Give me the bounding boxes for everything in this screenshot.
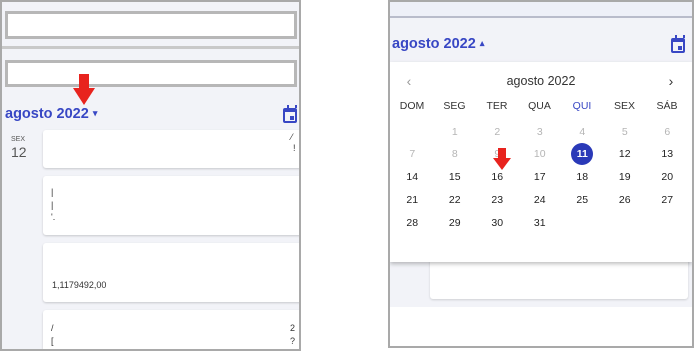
day-cell[interactable]: 22 bbox=[443, 190, 467, 210]
day-cell[interactable]: 25 bbox=[570, 190, 594, 210]
day-cell: 10 bbox=[533, 148, 546, 160]
event-card[interactable]: 1,1179492,00 bbox=[43, 243, 299, 302]
day-cell: 3 bbox=[536, 126, 543, 138]
left-screenshot-panel: agosto 2022 ▾ SEX 12 ⁄ ! | | '. 1,1179492… bbox=[0, 0, 301, 351]
month-selector[interactable]: agosto 2022 ▴ bbox=[392, 36, 484, 52]
calendar-icon[interactable] bbox=[671, 35, 685, 53]
date-picker-title: agosto 2022 bbox=[506, 74, 576, 88]
top-band bbox=[390, 2, 692, 18]
card-text-fragment: [ bbox=[51, 336, 54, 346]
next-month-button[interactable]: › bbox=[661, 72, 681, 90]
day-cell: 5 bbox=[621, 126, 628, 138]
day-cell[interactable]: 30 bbox=[485, 213, 509, 233]
event-card[interactable] bbox=[430, 257, 688, 299]
event-card[interactable]: / [ 2 ? bbox=[43, 310, 299, 349]
day-cell: 6 bbox=[664, 126, 671, 138]
day-cell[interactable]: 15 bbox=[443, 167, 467, 187]
weekday-label: SEX bbox=[613, 100, 635, 112]
day-cell: 1 bbox=[451, 126, 458, 138]
day-label: SEX 12 bbox=[11, 136, 27, 160]
red-arrow-annotation bbox=[73, 74, 95, 105]
card-text-fragment: | bbox=[51, 200, 54, 210]
event-card[interactable]: | | '. bbox=[43, 176, 299, 235]
day-cell[interactable]: 12 bbox=[613, 144, 637, 164]
card-text-fragment: 2 bbox=[290, 323, 296, 333]
day-cell[interactable]: 29 bbox=[443, 213, 467, 233]
card-text-fragment: / bbox=[51, 323, 54, 333]
caret-down-icon: ▾ bbox=[92, 108, 98, 118]
second-input-placeholder[interactable] bbox=[5, 60, 297, 87]
red-arrow-annotation bbox=[493, 148, 511, 170]
caret-up-icon: ▴ bbox=[479, 38, 485, 48]
day-cell[interactable]: 19 bbox=[613, 167, 637, 187]
day-cell[interactable]: 16 bbox=[485, 167, 509, 187]
weekday-label: DOM bbox=[399, 100, 425, 112]
weekday-label: SÁB bbox=[656, 100, 678, 112]
weekday-label: QUA bbox=[528, 100, 551, 112]
weekday-label: TER bbox=[486, 100, 508, 112]
day-cell[interactable]: 13 bbox=[655, 144, 679, 164]
day-cell: 7 bbox=[409, 148, 416, 160]
day-cell[interactable]: 14 bbox=[400, 167, 424, 187]
right-screenshot-panel: agosto 2022 ▴ ‹ agosto 2022 › DOM SEG TER QU… bbox=[388, 0, 694, 348]
day-cell[interactable]: 27 bbox=[655, 190, 679, 210]
day-label-number: 12 bbox=[11, 144, 27, 160]
date-picker-header: ‹ agosto 2022 › bbox=[390, 72, 692, 92]
day-cell: 2 bbox=[494, 126, 501, 138]
day-cell[interactable]: 26 bbox=[613, 190, 637, 210]
day-cell[interactable]: 21 bbox=[400, 190, 424, 210]
card-text-fragment: ? bbox=[290, 336, 296, 346]
day-cell: 8 bbox=[451, 148, 458, 160]
card-text-fragment: 1,1179492,00 bbox=[52, 280, 107, 290]
weekday-label: SEG bbox=[443, 100, 466, 112]
day-cell[interactable]: 20 bbox=[655, 167, 679, 187]
date-picker-popup: ‹ agosto 2022 › DOM SEG TER QUA QUI SEX SÁB 12… bbox=[390, 62, 692, 262]
card-text-fragment: ⁄ bbox=[291, 132, 293, 142]
calendar-icon[interactable] bbox=[283, 105, 297, 123]
day-cell[interactable]: 18 bbox=[570, 167, 594, 187]
event-card[interactable]: ⁄ ! bbox=[43, 130, 299, 168]
month-label: agosto 2022 bbox=[392, 36, 476, 52]
weekday-header-row: DOM SEG TER QUA QUI SEX SÁB bbox=[390, 100, 692, 116]
top-input-placeholder[interactable] bbox=[5, 11, 297, 39]
month-label: agosto 2022 bbox=[5, 106, 89, 122]
divider bbox=[2, 46, 299, 49]
day-label-weekday: SEX bbox=[11, 136, 26, 143]
day-cell[interactable]: 28 bbox=[400, 213, 424, 233]
card-text-fragment: | bbox=[51, 187, 54, 197]
day-cell-selected[interactable]: 11 bbox=[571, 143, 594, 165]
card-text-fragment: ! bbox=[293, 143, 296, 153]
weekday-label: QUI bbox=[572, 100, 592, 112]
card-text-fragment: '. bbox=[51, 212, 56, 222]
day-cell: 4 bbox=[579, 126, 586, 138]
day-cell[interactable]: 31 bbox=[528, 213, 552, 233]
day-cell[interactable]: 24 bbox=[528, 190, 552, 210]
day-cell[interactable]: 17 bbox=[528, 167, 552, 187]
month-selector[interactable]: agosto 2022 ▾ bbox=[5, 106, 97, 122]
day-cell[interactable]: 23 bbox=[485, 190, 509, 210]
